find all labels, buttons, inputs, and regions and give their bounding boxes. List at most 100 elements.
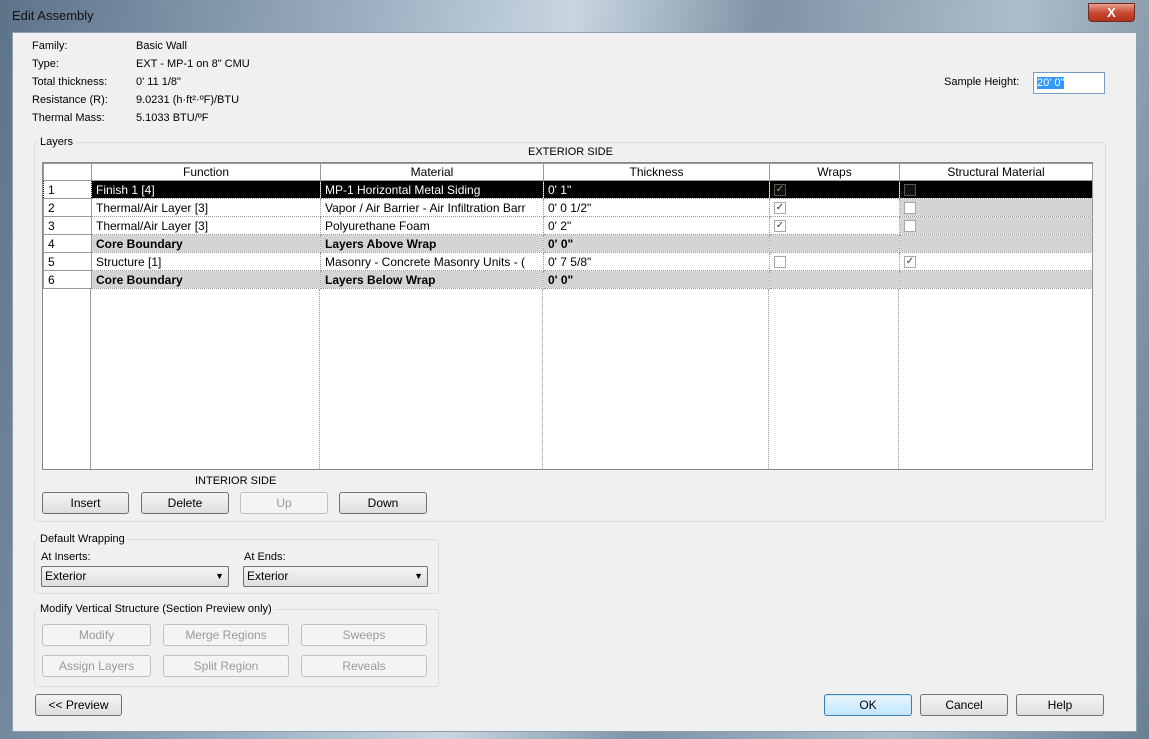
- function-cell[interactable]: Finish 1 [4]: [91, 180, 321, 199]
- chevron-down-icon: ▼: [414, 571, 423, 581]
- checked-checkbox[interactable]: ✓: [774, 184, 786, 197]
- row-number[interactable]: 2: [43, 198, 92, 217]
- modify-button[interactable]: Modify: [42, 624, 151, 646]
- column-divider: [768, 289, 769, 469]
- vertical-structure-label: Modify Vertical Structure (Section Previ…: [38, 603, 274, 615]
- thickness-cell[interactable]: 0' 0": [543, 270, 770, 289]
- row-number[interactable]: 6: [43, 270, 92, 289]
- sample-height-value: 20' 0": [1037, 77, 1065, 89]
- material-cell[interactable]: Vapor / Air Barrier - Air Infiltration B…: [320, 198, 544, 217]
- checked-checkbox[interactable]: ✓: [904, 256, 916, 269]
- close-button[interactable]: X: [1088, 3, 1135, 22]
- corner-header: [43, 163, 92, 181]
- exterior-side-label: EXTERIOR SIDE: [528, 146, 613, 158]
- unchecked-checkbox[interactable]: [774, 256, 786, 269]
- assign-layers-button[interactable]: Assign Layers: [42, 655, 151, 677]
- structural-cell[interactable]: [899, 198, 1093, 217]
- info-label: Family:: [32, 40, 68, 52]
- preview-button[interactable]: << Preview: [35, 694, 122, 716]
- down-button[interactable]: Down: [339, 492, 427, 514]
- at-ends-value: Exterior: [247, 569, 289, 583]
- info-label: Thermal Mass:: [32, 112, 105, 124]
- at-ends-label: At Ends:: [244, 551, 286, 563]
- function-cell[interactable]: Structure [1]: [91, 252, 321, 271]
- unchecked-checkbox[interactable]: [904, 220, 916, 233]
- info-label: Total thickness:: [32, 76, 108, 88]
- function-cell[interactable]: Core Boundary: [91, 234, 321, 253]
- thickness-cell[interactable]: 0' 2": [543, 216, 770, 235]
- material-cell[interactable]: Layers Above Wrap: [320, 234, 544, 253]
- structural-cell[interactable]: [899, 216, 1093, 235]
- wraps-cell[interactable]: ✓: [769, 198, 900, 217]
- thickness-cell[interactable]: 0' 0": [543, 234, 770, 253]
- checked-checkbox[interactable]: ✓: [774, 220, 786, 233]
- table-header: Function Material Thickness Wraps Struct…: [43, 163, 1093, 181]
- layers-group-label: Layers: [38, 136, 76, 148]
- sweeps-button[interactable]: Sweeps: [301, 624, 427, 646]
- thickness-cell[interactable]: 0' 7 5/8": [543, 252, 770, 271]
- function-cell[interactable]: Thermal/Air Layer [3]: [91, 198, 321, 217]
- layer-row[interactable]: 2 Thermal/Air Layer [3] Vapor / Air Barr…: [43, 198, 1093, 217]
- material-cell[interactable]: Polyurethane Foam: [320, 216, 544, 235]
- layer-row[interactable]: 6 Core Boundary Layers Below Wrap 0' 0": [43, 270, 1093, 289]
- column-header-thickness[interactable]: Thickness: [543, 163, 770, 181]
- material-cell[interactable]: Masonry - Concrete Masonry Units - (: [320, 252, 544, 271]
- layer-row[interactable]: 3 Thermal/Air Layer [3] Polyurethane Foa…: [43, 216, 1093, 235]
- wraps-cell[interactable]: [769, 252, 900, 271]
- thickness-cell[interactable]: 0' 1": [543, 180, 770, 199]
- checked-checkbox[interactable]: ✓: [774, 202, 786, 215]
- layer-row[interactable]: 5 Structure [1] Masonry - Concrete Mason…: [43, 252, 1093, 271]
- ok-button[interactable]: OK: [824, 694, 912, 716]
- info-label: Type:: [32, 58, 59, 70]
- layer-row[interactable]: 4 Core Boundary Layers Above Wrap 0' 0": [43, 234, 1093, 253]
- at-ends-select[interactable]: Exterior ▼: [243, 566, 428, 587]
- chevron-down-icon: ▼: [215, 571, 224, 581]
- cancel-button[interactable]: Cancel: [920, 694, 1008, 716]
- wraps-cell[interactable]: [769, 270, 900, 289]
- row-number[interactable]: 3: [43, 216, 92, 235]
- sample-height-label: Sample Height:: [944, 76, 1020, 88]
- column-header-material[interactable]: Material: [320, 163, 544, 181]
- wraps-cell[interactable]: ✓: [769, 216, 900, 235]
- function-cell[interactable]: Core Boundary: [91, 270, 321, 289]
- structural-cell[interactable]: [899, 270, 1093, 289]
- info-value: EXT - MP-1 on 8" CMU: [136, 58, 250, 70]
- row-number[interactable]: 5: [43, 252, 92, 271]
- material-cell[interactable]: Layers Below Wrap: [320, 270, 544, 289]
- column-header-structural[interactable]: Structural Material: [899, 163, 1093, 181]
- unchecked-checkbox[interactable]: [904, 202, 916, 215]
- column-divider: [542, 289, 543, 469]
- sample-height-input[interactable]: 20' 0": [1033, 72, 1105, 94]
- structural-cell[interactable]: ✓: [899, 252, 1093, 271]
- interior-side-label: INTERIOR SIDE: [195, 475, 277, 487]
- column-header-wraps[interactable]: Wraps: [769, 163, 900, 181]
- structural-cell[interactable]: [899, 180, 1093, 199]
- merge-regions-button[interactable]: Merge Regions: [163, 624, 289, 646]
- column-header-function[interactable]: Function: [91, 163, 321, 181]
- wraps-cell[interactable]: ✓: [769, 180, 900, 199]
- up-button[interactable]: Up: [240, 492, 328, 514]
- reveals-button[interactable]: Reveals: [301, 655, 427, 677]
- layer-row[interactable]: 1 Finish 1 [4] MP-1 Horizontal Metal Sid…: [43, 180, 1093, 199]
- row-header-blank: [43, 289, 91, 469]
- unchecked-checkbox[interactable]: [904, 184, 916, 197]
- split-region-button[interactable]: Split Region: [163, 655, 289, 677]
- row-number[interactable]: 4: [43, 234, 92, 253]
- material-cell[interactable]: MP-1 Horizontal Metal Siding: [320, 180, 544, 199]
- wraps-cell[interactable]: [769, 234, 900, 253]
- at-inserts-select[interactable]: Exterior ▼: [41, 566, 229, 587]
- at-inserts-label: At Inserts:: [41, 551, 91, 563]
- function-cell[interactable]: Thermal/Air Layer [3]: [91, 216, 321, 235]
- thickness-cell[interactable]: 0' 0 1/2": [543, 198, 770, 217]
- row-number[interactable]: 1: [43, 180, 92, 199]
- help-button[interactable]: Help: [1016, 694, 1104, 716]
- default-wrapping-label: Default Wrapping: [38, 533, 127, 545]
- layers-table: Function Material Thickness Wraps Struct…: [42, 162, 1093, 470]
- structural-cell[interactable]: [899, 234, 1093, 253]
- insert-button[interactable]: Insert: [42, 492, 129, 514]
- info-value: Basic Wall: [136, 40, 187, 52]
- delete-button[interactable]: Delete: [141, 492, 229, 514]
- info-value: 9.0231 (h·ft²·ºF)/BTU: [136, 94, 240, 106]
- info-label: Resistance (R):: [32, 94, 108, 106]
- info-value: 0' 11 1/8": [136, 76, 181, 88]
